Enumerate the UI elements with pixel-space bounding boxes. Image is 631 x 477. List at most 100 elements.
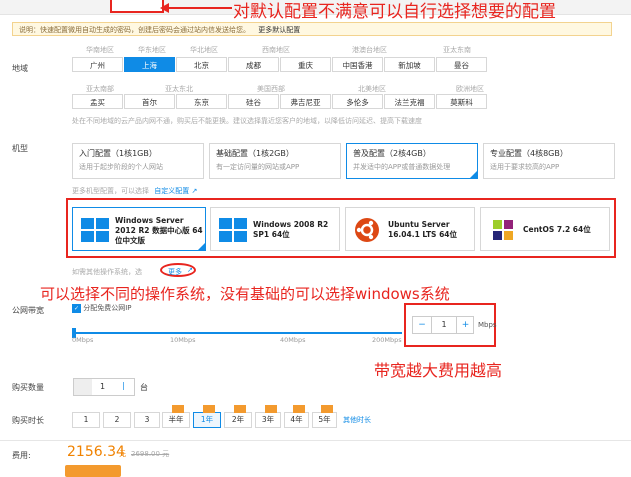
region-group: 华东地区 — [138, 46, 166, 54]
config-card-basic[interactable]: 基础配置（1核2GB） 有一定访问量的网站或APP — [209, 143, 341, 179]
region-option[interactable]: 多伦多 — [332, 94, 383, 109]
duration-option[interactable]: 1 — [72, 412, 100, 428]
region-option[interactable]: 法兰克福 — [384, 94, 435, 109]
notice-bar: 说明：快速配置微用自动生成的密码，创建后密码会通过站内信发送给您。 更多默认配置 — [12, 22, 612, 36]
config-card-desc: 有一定访问量的网站或APP — [216, 163, 300, 171]
notice-text: 说明：快速配置微用自动生成的密码，创建后密码会通过站内信发送给您。 — [19, 26, 250, 34]
region-option[interactable]: 东京 — [176, 94, 227, 109]
region-group: 亚太东南 — [443, 46, 471, 54]
config-card-pro[interactable]: 专业配置（4核8GB） 适用于要求较高的APP — [483, 143, 615, 179]
os-name: Ubuntu Server 16.04.1 LTS 64位 — [388, 220, 458, 239]
os-name: Windows 2008 R2 SP1 64位 — [253, 220, 329, 239]
region-option[interactable]: 中国香港 — [332, 57, 383, 72]
duration-option[interactable]: 3 — [134, 412, 160, 428]
region-group: 华南地区 — [86, 46, 114, 54]
region-option[interactable]: 弗吉尼亚 — [280, 94, 331, 109]
duration-option[interactable]: 4年 — [284, 412, 309, 428]
region-option[interactable]: 莫斯科 — [436, 94, 487, 109]
more-os-text: 如需其他操作系统，选 — [72, 268, 142, 276]
config-card-title: 入门配置（1核1GB） — [79, 149, 157, 158]
discount-badge — [203, 405, 215, 413]
quantity-minus-button[interactable] — [74, 379, 92, 395]
free-ip-label: 分配免费公网IP — [83, 304, 132, 312]
annotation-arrow-config — [160, 3, 232, 13]
region-option[interactable]: 重庆 — [280, 57, 331, 72]
os-ubuntu[interactable]: Ubuntu Server 16.04.1 LTS 64位 — [345, 207, 475, 251]
quantity-value[interactable]: 1 — [100, 382, 105, 391]
other-duration-link[interactable]: 其他时长 — [343, 415, 371, 425]
bandwidth-minus-button[interactable]: − — [413, 317, 432, 333]
bandwidth-slider-track[interactable] — [72, 332, 402, 334]
checkbox-checked-icon[interactable]: ✓ — [72, 303, 81, 313]
more-config-hint: 更多机型配置，可以选择 自定义配置 ↗ — [72, 186, 197, 196]
duration-option[interactable]: 5年 — [312, 412, 337, 428]
bandwidth-tick: 40Mbps — [280, 336, 306, 344]
config-card-entry[interactable]: 入门配置（1核1GB） 适用于起步阶段的个人网站 — [72, 143, 204, 179]
region-option[interactable]: 曼谷 — [436, 57, 487, 72]
more-config-text: 更多机型配置，可以选择 — [72, 187, 149, 195]
os-name: CentOS 7.2 64位 — [523, 225, 591, 234]
bandwidth-label: 公网带宽 — [12, 306, 44, 315]
duration-option[interactable]: 半年 — [162, 412, 190, 428]
region-option[interactable]: 上海 — [124, 57, 175, 72]
duration-option[interactable]: 2 — [103, 412, 131, 428]
selected-corner-mark — [197, 242, 206, 251]
external-link-icon: ↗ — [187, 266, 193, 274]
duration-label: 购买时长 — [12, 416, 44, 425]
region-group: 港澳台地区 — [352, 46, 387, 54]
discount-badge — [172, 405, 184, 413]
duration-option[interactable]: 3年 — [255, 412, 281, 428]
machine-label: 机型 — [12, 144, 28, 153]
more-os-link[interactable]: 更多 — [168, 267, 182, 277]
price-label: 费用: — [12, 451, 31, 460]
config-card-title: 专业配置（4核8GB） — [490, 149, 568, 158]
default-config-link[interactable]: 更多默认配置 — [258, 26, 300, 34]
bandwidth-plus-button[interactable]: + — [456, 317, 474, 333]
quantity-plus-button[interactable]: | — [122, 381, 125, 390]
region-hint: 处在不同地域的云产品内网不通，购买后不能更换。建议选择靠近您客户的地域，以降低访… — [72, 117, 422, 125]
config-card-popular[interactable]: 普及配置（2核4GB） 并发适中的APP或普通数据处理 — [346, 143, 478, 179]
region-option[interactable]: 北京 — [176, 57, 227, 72]
region-group: 北美地区 — [358, 85, 386, 93]
bandwidth-stepper[interactable]: − 1 + — [412, 316, 474, 334]
custom-config-link[interactable]: 自定义配置 — [154, 187, 189, 195]
region-option[interactable]: 孟买 — [72, 94, 123, 109]
region-group: 欧洲地区 — [456, 85, 484, 93]
config-card-desc: 并发适中的APP或普通数据处理 — [353, 163, 451, 171]
windows-icon — [219, 218, 247, 242]
bandwidth-unit: Mbps — [478, 321, 497, 329]
config-card-desc: 适用于要求较高的APP — [490, 163, 560, 171]
os-windows-2012[interactable]: Windows Server 2012 R2 数据中心版 64位中文版 — [72, 207, 206, 251]
external-link-icon: ↗ — [191, 187, 198, 195]
buy-now-button[interactable] — [65, 465, 121, 477]
quantity-label: 购买数量 — [12, 383, 44, 392]
free-ip-option[interactable]: ✓ 分配免费公网IP — [72, 303, 132, 313]
region-option[interactable]: 首尔 — [124, 94, 175, 109]
duration-option[interactable]: 2年 — [224, 412, 252, 428]
price-value: 2156.34 — [67, 444, 125, 460]
os-windows-2008[interactable]: Windows 2008 R2 SP1 64位 — [210, 207, 340, 251]
region-group: 美国西部 — [257, 85, 285, 93]
region-option[interactable]: 硅谷 — [228, 94, 279, 109]
price-unit: 元 — [119, 450, 126, 458]
config-card-title: 普及配置（2核4GB） — [353, 149, 431, 158]
bandwidth-value[interactable]: 1 — [432, 317, 456, 333]
discount-badge — [293, 405, 305, 413]
bandwidth-tick: 0Mbps — [72, 336, 94, 344]
annotation-config: 对默认配置不满意可以自行选择想要的配置 — [233, 2, 556, 22]
discount-badge — [234, 405, 246, 413]
discount-badge — [265, 405, 277, 413]
region-option[interactable]: 成都 — [228, 57, 279, 72]
region-group: 华北地区 — [190, 46, 218, 54]
duration-option[interactable]: 1年 — [193, 412, 221, 428]
region-group: 亚太东北 — [165, 85, 193, 93]
quantity-stepper[interactable]: 1 | — [73, 378, 135, 396]
os-centos[interactable]: CentOS 7.2 64位 — [480, 207, 610, 251]
region-option[interactable]: 新加坡 — [384, 57, 435, 72]
quick-config-tab-highlight[interactable] — [110, 0, 164, 13]
ubuntu-icon — [355, 218, 379, 242]
annotation-os: 可以选择不同的操作系统，没有基础的可以选择windows系统 — [40, 285, 450, 303]
region-group: 亚太南部 — [86, 85, 114, 93]
region-option[interactable]: 广州 — [72, 57, 123, 72]
quantity-unit: 台 — [140, 383, 148, 392]
